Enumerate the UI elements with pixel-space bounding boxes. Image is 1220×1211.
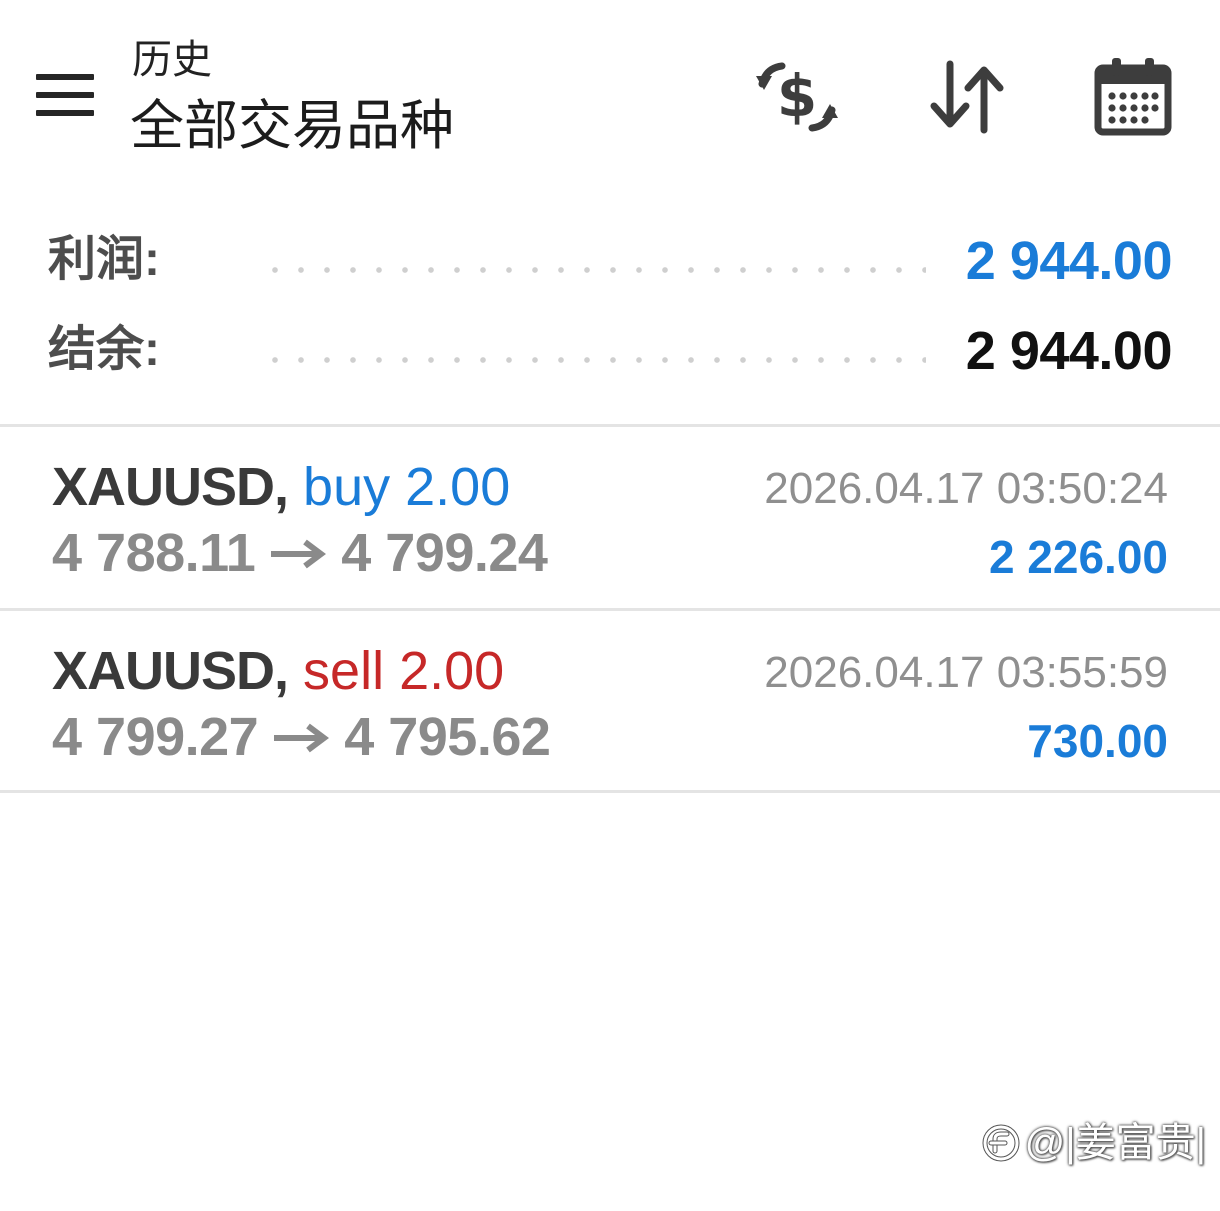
watermark-logo-icon [979, 1121, 1023, 1165]
deal-close-price: 4 799.24 [341, 523, 548, 583]
page-subtitle: 历史 [132, 38, 212, 82]
dotted-leader [262, 266, 926, 274]
deal-open-price: 4 788.11 [52, 523, 256, 583]
deal-close-price: 4 795.62 [344, 707, 551, 767]
deal-header: XAUUSD, sell 2.00 [52, 638, 504, 704]
watermark: @|姜富贵| [979, 1113, 1206, 1173]
deal-prices: 4 788.11 4 799.24 [52, 520, 548, 586]
deal-profit: 730.00 [1027, 715, 1168, 767]
sort-arrows-icon[interactable] [922, 54, 1012, 140]
dotted-leader [262, 356, 926, 364]
deal-symbol: XAUUSD, [52, 641, 289, 701]
balance-summary-row: 结余: 2 944.00 [0, 316, 1220, 386]
balance-value: 2 944.00 [965, 321, 1173, 381]
deal-side: buy [303, 457, 391, 517]
divider [0, 608, 1220, 611]
deal-time: 2026.04.17 03:55:59 [764, 648, 1168, 697]
profit-label: 利润: [48, 233, 160, 286]
arrow-right-icon [269, 539, 327, 569]
calendar-icon[interactable] [1088, 54, 1178, 140]
deal-open-price: 4 799.27 [52, 707, 259, 767]
deal-profit: 2 226.00 [988, 531, 1168, 583]
currency-exchange-icon[interactable]: $ [752, 54, 842, 140]
menu-bar [36, 92, 94, 98]
deal-volume: 2.00 [399, 641, 505, 701]
menu-bar [36, 74, 94, 80]
balance-label: 结余: [48, 323, 160, 376]
symbol-filter-title[interactable]: 全部交易品种 [130, 94, 454, 158]
deal-time: 2026.04.17 03:50:24 [764, 464, 1168, 513]
deal-volume: 2.00 [405, 457, 511, 517]
deal-prices: 4 799.27 4 795.62 [52, 704, 551, 770]
profit-value: 2 944.00 [965, 231, 1173, 291]
deal-header: XAUUSD, buy 2.00 [52, 454, 510, 520]
deal-list-item[interactable]: XAUUSD, buy 2.00 4 788.11 4 799.24 2026.0… [0, 428, 1220, 608]
deal-symbol: XAUUSD, [52, 457, 289, 517]
deal-list-item[interactable]: XAUUSD, sell 2.00 4 799.27 4 795.62 2026.… [0, 612, 1220, 792]
menu-bar [36, 110, 94, 116]
hamburger-menu-icon[interactable] [28, 66, 102, 126]
arrow-right-icon [272, 723, 330, 753]
divider [0, 424, 1220, 427]
profit-summary-row: 利润: 2 944.00 [0, 226, 1220, 296]
deal-side: sell [303, 641, 385, 701]
svg-text:$: $ [777, 62, 817, 130]
divider [0, 790, 1220, 793]
watermark-text: @|姜富贵| [1024, 1121, 1206, 1165]
app-header: 历史 全部交易品种 $ [0, 0, 1220, 180]
